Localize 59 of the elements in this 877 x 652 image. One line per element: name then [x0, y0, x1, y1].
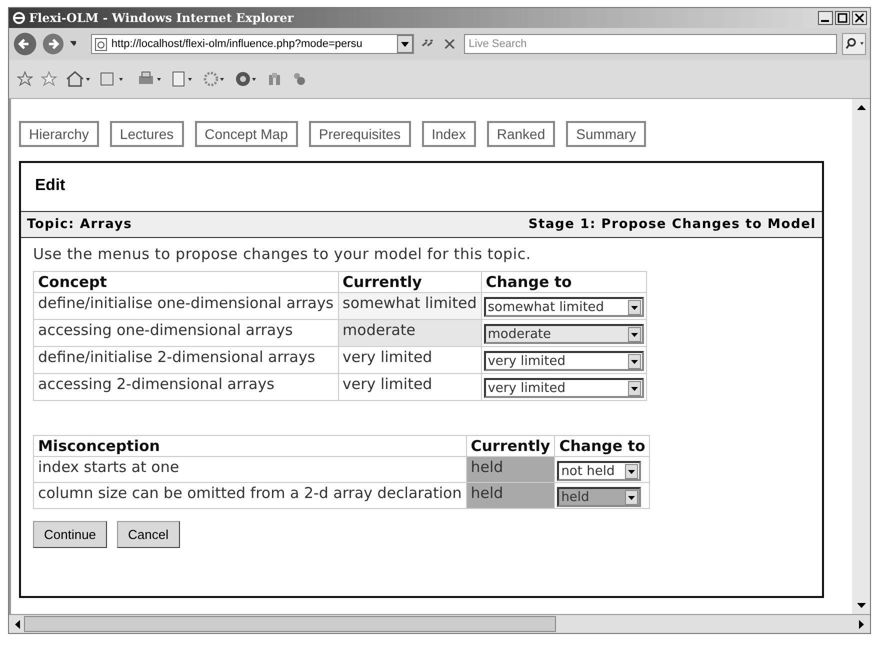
address-field[interactable]: http://localhost/flexi-olm/influence.php?mode=persu — [91, 34, 414, 54]
horizontal-scrollbar[interactable] — [9, 614, 870, 633]
nav-tab[interactable]: Concept Map — [194, 121, 298, 147]
form-button[interactable]: Continue — [33, 521, 108, 548]
maximize-icon[interactable] — [835, 11, 850, 25]
level-select[interactable]: moderate — [484, 324, 644, 344]
nav-tab[interactable]: Lectures — [110, 121, 184, 147]
nav-tab[interactable]: Summary — [566, 121, 646, 147]
nav-tab[interactable]: Prerequisites — [308, 121, 411, 147]
browser-logo-icon — [12, 11, 26, 25]
caret-icon[interactable] — [70, 41, 76, 47]
status-select[interactable]: held — [557, 487, 642, 507]
scroll-up-icon[interactable] — [856, 105, 866, 110]
instructions-text: Use the menus to propose changes to your model for this topic. — [33, 245, 532, 263]
level-select[interactable]: very limited — [484, 378, 644, 398]
scroll-down-icon[interactable] — [856, 603, 866, 608]
column-header: Currently — [338, 272, 482, 292]
column-header: Change to — [481, 272, 646, 292]
table-cell: define/initialise one-dimensional arrays — [34, 292, 338, 320]
column-header: Currently — [466, 436, 555, 456]
close-icon[interactable] — [852, 11, 867, 25]
table-cell: accessing one-dimensional arrays — [34, 320, 338, 346]
nav-tab[interactable]: Index — [422, 121, 476, 147]
table-cell: very limited — [338, 374, 482, 400]
stage-label: Stage 1: Propose Changes to Model — [528, 217, 816, 232]
home-icon[interactable] — [65, 70, 91, 88]
table-cell: define/initialise 2-dimensional arrays — [34, 346, 338, 374]
vertical-scrollbar[interactable] — [852, 99, 870, 614]
document-icon[interactable] — [171, 70, 195, 88]
table-cell: somewhat limited — [338, 292, 482, 320]
scroll-right-icon[interactable] — [859, 620, 864, 628]
star-add-icon[interactable] — [41, 71, 57, 87]
page-icon — [95, 38, 108, 50]
column-header: Change to — [554, 436, 650, 456]
level-select[interactable]: very limited — [484, 351, 644, 371]
back-icon[interactable] — [13, 30, 38, 58]
table-cell: very limited — [338, 346, 482, 374]
form-button[interactable]: Cancel — [117, 521, 180, 548]
column-header: Concept — [34, 272, 338, 292]
column-header: Misconception — [34, 436, 466, 456]
table-cell: index starts at one — [34, 456, 466, 482]
scroll-left-icon[interactable] — [15, 620, 20, 628]
gear-icon[interactable] — [203, 70, 227, 88]
minimize-icon[interactable] — [818, 11, 833, 25]
search-icon[interactable] — [842, 33, 866, 55]
level-select[interactable]: somewhat limited — [484, 297, 644, 317]
search-field[interactable]: Live Search — [464, 34, 837, 54]
table-cell: accessing 2-dimensional arrays — [34, 374, 338, 400]
topic-label: Topic: Arrays — [27, 217, 132, 232]
table-cell: moderate — [338, 320, 482, 346]
table-cell: held — [466, 482, 555, 508]
status-select[interactable]: not held — [557, 461, 642, 481]
table-cell: column size can be omitted from a 2-d array declaration — [34, 482, 466, 508]
window-title: Flexi-OLM - Windows Internet Explorer — [29, 11, 294, 25]
nav-tab[interactable]: Ranked — [486, 121, 556, 147]
table-cell: held — [466, 456, 555, 482]
forward-icon[interactable] — [42, 31, 64, 57]
nav-tab[interactable]: Hierarchy — [19, 121, 99, 147]
star-icon[interactable] — [17, 71, 33, 87]
